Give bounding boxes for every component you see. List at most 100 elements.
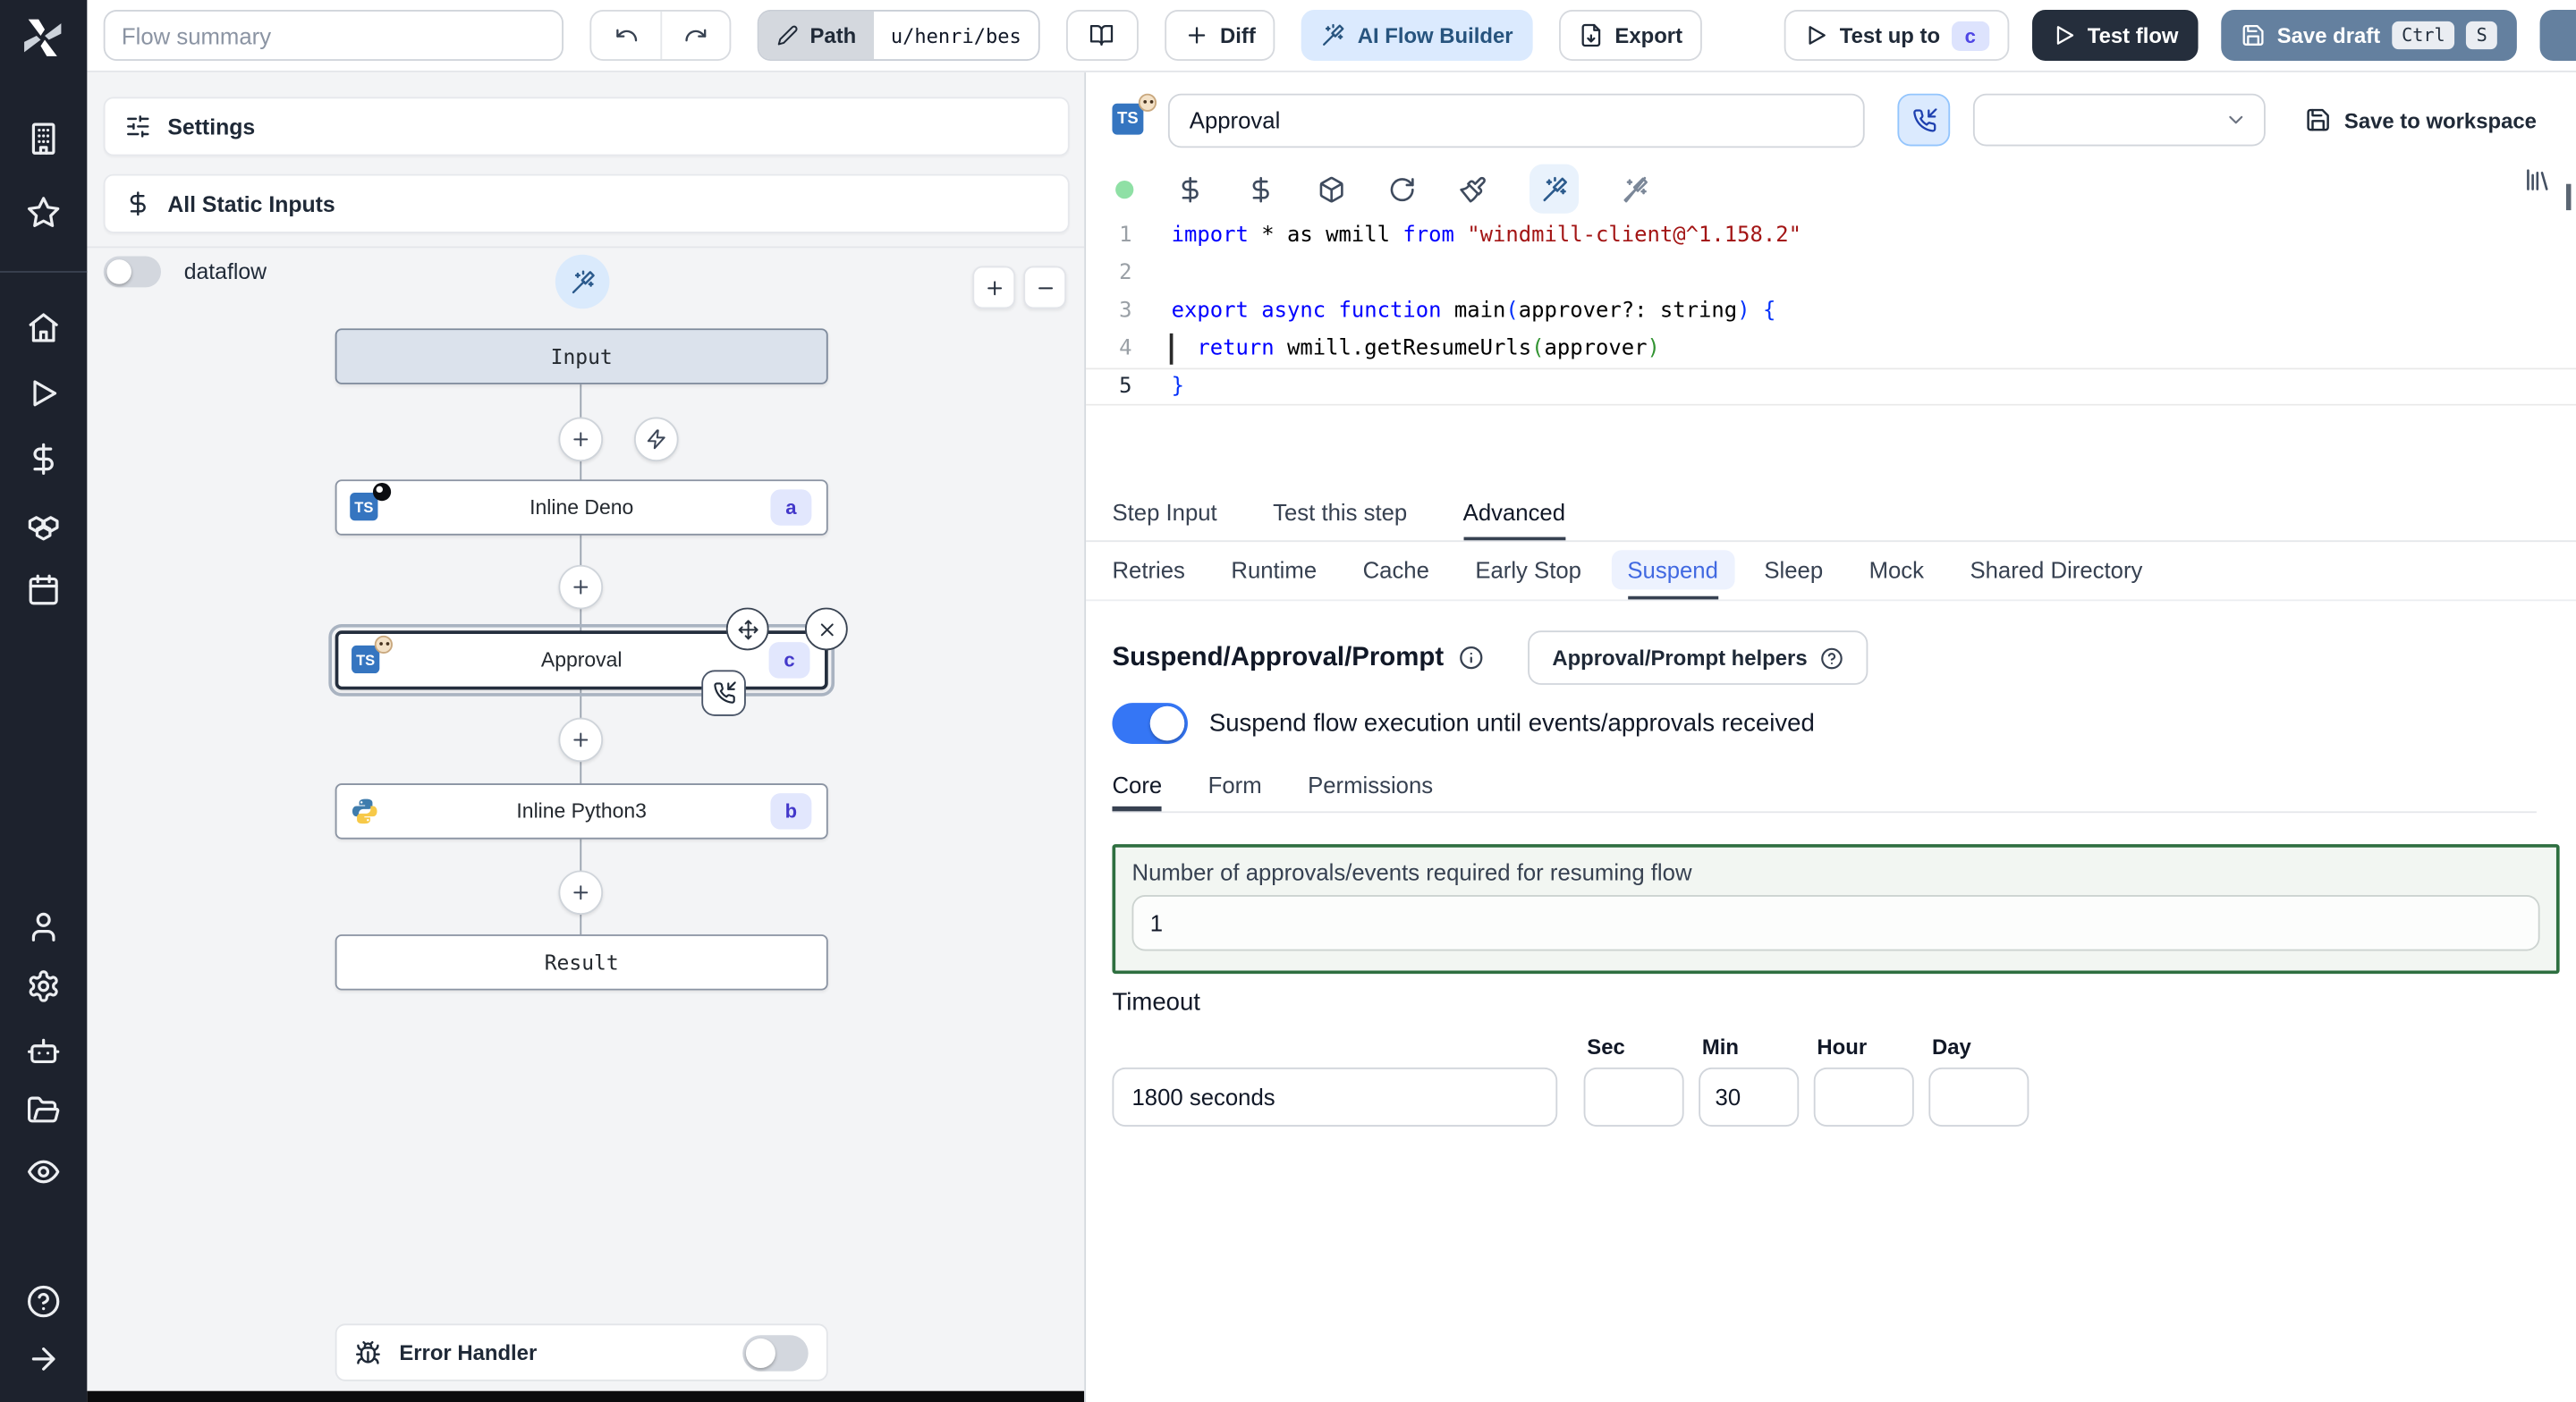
code-line-5[interactable]: 5} (1086, 367, 2576, 405)
subtab-retries[interactable]: Retries (1112, 544, 1184, 599)
timeout-total-input[interactable] (1112, 1067, 1558, 1127)
undo-button[interactable] (591, 12, 660, 59)
diff-button[interactable]: Diff (1164, 10, 1275, 61)
workers-icon[interactable] (26, 1033, 61, 1068)
graph-ai-button[interactable] (555, 254, 610, 309)
step-detail-panel: TS Save to workspace (1084, 72, 2576, 1402)
code-line-4[interactable]: 4 return wmill.getResumeUrls(approver) (1086, 330, 2576, 367)
docs-button[interactable] (1065, 10, 1139, 61)
subtab-suspend[interactable]: Suspend (1611, 544, 1735, 600)
script-library-icon[interactable] (2523, 166, 2551, 194)
info-icon[interactable] (1459, 646, 1484, 671)
contextual-variable-icon[interactable] (1176, 175, 1204, 203)
ai-flow-builder-button[interactable]: AI Flow Builder (1301, 10, 1533, 61)
approvals-required-input[interactable] (1131, 895, 2540, 951)
suspend-toggle[interactable] (1112, 703, 1188, 745)
error-handler-label: Error Handler (399, 1339, 538, 1365)
format-icon[interactable] (1459, 175, 1487, 203)
workspace-icon[interactable] (26, 122, 61, 156)
zoom-in-button[interactable] (972, 266, 1016, 309)
save-to-workspace-button[interactable]: Save to workspace (2305, 106, 2537, 132)
approval-phone-button[interactable] (1897, 93, 1951, 147)
timeout-unit-min: Min (1699, 1035, 1800, 1127)
variables-icon[interactable] (26, 442, 61, 477)
users-icon[interactable] (26, 910, 61, 945)
help-icon[interactable] (26, 1284, 61, 1319)
approval-phone-chip[interactable] (701, 670, 746, 716)
insert-step-button[interactable] (558, 564, 604, 610)
schedules-icon[interactable] (26, 573, 61, 608)
insert-step-button[interactable] (558, 717, 604, 763)
error-handler-toggle[interactable] (742, 1334, 809, 1371)
variable-icon[interactable] (1247, 175, 1275, 203)
settings-icon[interactable] (26, 969, 61, 1004)
delete-node-button[interactable] (804, 607, 848, 651)
error-handler-bar[interactable]: Error Handler (335, 1323, 828, 1381)
zap-icon (646, 428, 667, 450)
trigger-button[interactable] (633, 417, 679, 462)
itab-form[interactable]: Form (1208, 764, 1262, 811)
node-inline-python3[interactable]: Inline Python3 b (335, 783, 828, 840)
reload-icon[interactable] (1388, 175, 1416, 203)
code-line-3[interactable]: 3 export async function main(approver?: s… (1086, 292, 2576, 330)
flow-settings-button[interactable]: Settings (103, 97, 1070, 156)
code-line-1[interactable]: 1 import * as wmill from "windmill-client… (1086, 216, 2576, 254)
runs-icon[interactable] (26, 376, 61, 411)
flow-summary-input[interactable] (103, 10, 564, 61)
home-icon[interactable] (26, 310, 61, 345)
step-title-input[interactable] (1167, 92, 1865, 148)
node-result[interactable]: Result (335, 934, 828, 991)
folders-icon[interactable] (26, 1094, 61, 1128)
editor-scrollbar-thumb[interactable] (2565, 183, 2572, 211)
subtab-mock[interactable]: Mock (1869, 544, 1924, 599)
tab-test-this-step[interactable]: Test this step (1273, 486, 1407, 541)
approval-prompt-helpers-button[interactable]: Approval/Prompt helpers (1527, 630, 1868, 685)
subtab-early-stop[interactable]: Early Stop (1475, 544, 1581, 599)
itab-permissions[interactable]: Permissions (1308, 764, 1433, 811)
audit-logs-icon[interactable] (26, 1154, 61, 1189)
path-button[interactable]: Path u/henri/bes (757, 10, 1040, 61)
code-line-2[interactable]: 2 (1086, 255, 2576, 292)
subtab-sleep[interactable]: Sleep (1764, 544, 1823, 599)
node-inline-deno-label: Inline Deno (530, 495, 634, 519)
subtab-runtime[interactable]: Runtime (1231, 544, 1317, 599)
code-editor[interactable]: 1 import * as wmill from "windmill-client… (1086, 216, 2576, 486)
zoom-out-button[interactable] (1023, 266, 1067, 309)
timeout-unit-input-hour[interactable] (1813, 1067, 1914, 1127)
ai-assistant-button[interactable] (1529, 164, 1580, 214)
windmill-logo-icon[interactable] (18, 13, 67, 63)
step-kind-select[interactable] (1972, 93, 2266, 147)
ai-gen-off-icon[interactable] (1622, 175, 1649, 203)
deploy-button-partial[interactable] (2539, 10, 2576, 61)
timeout-unit-input-sec[interactable] (1583, 1067, 1684, 1127)
all-static-inputs-button[interactable]: All Static Inputs (103, 173, 1070, 233)
dependencies-icon[interactable] (1318, 175, 1345, 203)
resources-icon[interactable] (26, 508, 61, 543)
insert-step-button[interactable] (558, 870, 604, 916)
dataflow-toggle[interactable] (103, 256, 161, 288)
insert-step-button[interactable] (558, 417, 604, 462)
play-icon (1803, 23, 1828, 48)
tab-step-input[interactable]: Step Input (1112, 486, 1216, 541)
tab-advanced[interactable]: Advanced (1462, 486, 1566, 541)
node-input[interactable]: Input (335, 328, 828, 384)
timeout-unit-input-day[interactable] (1928, 1067, 2029, 1127)
test-up-to-button[interactable]: Test up to c (1784, 10, 2009, 61)
expand-sidebar-icon[interactable] (26, 1342, 61, 1377)
node-inline-deno[interactable]: TS Inline Deno a (335, 479, 828, 536)
export-button[interactable]: Export (1558, 10, 1703, 61)
node-badge-a: a (770, 489, 812, 526)
test-flow-button[interactable]: Test flow (2031, 10, 2199, 61)
plus-icon (570, 882, 591, 903)
save-draft-button[interactable]: Save draft Ctrl S (2221, 10, 2517, 61)
itab-core[interactable]: Core (1112, 764, 1163, 812)
move-node-button[interactable] (725, 607, 769, 651)
export-label: Export (1614, 22, 1683, 48)
node-inline-python3-label: Inline Python3 (516, 799, 647, 823)
subtab-cache[interactable]: Cache (1363, 544, 1429, 599)
timeout-unit-input-min[interactable] (1699, 1067, 1800, 1127)
minus-icon (1034, 276, 1055, 298)
favorites-icon[interactable] (26, 196, 61, 231)
redo-button[interactable] (660, 11, 729, 60)
subtab-shared-directory[interactable]: Shared Directory (1970, 544, 2142, 599)
